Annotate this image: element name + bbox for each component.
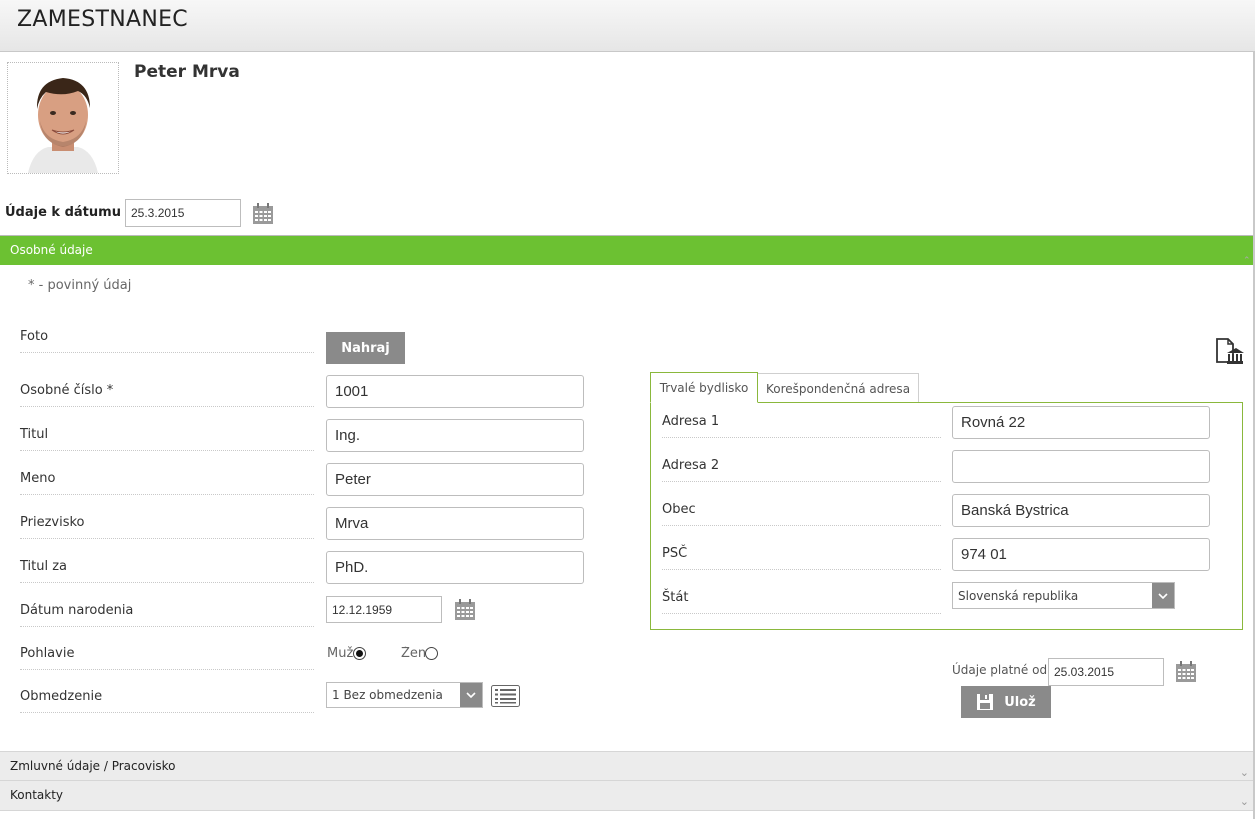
title-after-field[interactable]: PhD.: [326, 551, 584, 584]
date-filter-label: Údaje k dátumu: [5, 205, 121, 220]
validity-label: Údaje platné od:: [952, 663, 1052, 677]
list-icon[interactable]: [491, 685, 520, 711]
required-hint: * - povinný údaj: [28, 278, 132, 293]
save-button-label: Ulož: [1004, 694, 1036, 710]
address2-label: Adresa 2: [662, 458, 941, 482]
validity-date-field[interactable]: 25.03.2015: [1048, 658, 1164, 686]
section-contacts-header[interactable]: Kontakty ⌄: [0, 780, 1253, 811]
zip-label: PSČ: [662, 546, 941, 570]
country-label: Štát: [662, 590, 941, 614]
personal-number-field[interactable]: 1001: [326, 375, 584, 408]
title-after-label: Titul za: [20, 559, 314, 583]
restriction-label: Obmedzenie: [20, 689, 314, 713]
birth-date-label: Dátum narodenia: [20, 603, 314, 627]
chevron-down-icon[interactable]: [460, 683, 482, 707]
gender-female-label: Žena: [401, 646, 428, 661]
last-name-label: Priezvisko: [20, 515, 314, 539]
city-label: Obec: [662, 502, 941, 526]
section-personal-header[interactable]: Osobné údaje: [0, 236, 1253, 265]
section-contract-title: Zmluvné údaje / Pracovisko: [10, 759, 176, 773]
upload-photo-button[interactable]: Nahraj: [326, 332, 405, 364]
document-bank-icon[interactable]: [1214, 334, 1244, 370]
personal-number-label: Osobné číslo *: [20, 383, 314, 407]
tab-correspondence-address[interactable]: Korešpondenčná adresa: [757, 373, 919, 403]
page-title: ZAMESTNANEC: [17, 7, 188, 32]
country-selected-value: Slovenská republika: [958, 588, 1079, 603]
calendar-icon[interactable]: [252, 203, 274, 229]
address2-field[interactable]: [952, 450, 1210, 483]
calendar-icon[interactable]: [454, 599, 476, 625]
gender-female-option[interactable]: Žena: [401, 646, 438, 661]
first-name-label: Meno: [20, 471, 314, 495]
employee-photo: [7, 62, 119, 174]
restriction-selected-value: 1 Bez obmedzenia: [332, 688, 443, 702]
address1-label: Adresa 1: [662, 414, 941, 438]
employee-name: Peter Mrva: [134, 62, 240, 82]
section-contacts-title: Kontakty: [10, 788, 64, 802]
photo-label: Foto: [20, 329, 314, 353]
gender-label: Pohlavie: [20, 646, 314, 670]
city-field[interactable]: Banská Bystrica: [952, 494, 1210, 527]
gender-male-label: Muž: [327, 646, 354, 661]
date-filter-input[interactable]: 25.3.2015: [125, 199, 241, 227]
chevron-up-icon[interactable]: ⌃: [1243, 256, 1251, 266]
zip-field[interactable]: 974 01: [952, 538, 1210, 571]
gender-male-option[interactable]: Muž: [327, 646, 367, 661]
title-field[interactable]: Ing.: [326, 419, 584, 452]
country-select[interactable]: Slovenská republika: [952, 582, 1175, 609]
top-bar: ZAMESTNANEC: [0, 0, 1255, 52]
first-name-field[interactable]: Peter: [326, 463, 584, 496]
chevron-down-icon[interactable]: ⌄: [1240, 787, 1249, 816]
last-name-field[interactable]: Mrva: [326, 507, 584, 540]
address1-field[interactable]: Rovná 22: [952, 406, 1210, 439]
chevron-down-icon[interactable]: [1152, 583, 1174, 608]
calendar-icon[interactable]: [1175, 661, 1197, 687]
gender-male-radio[interactable]: [353, 647, 367, 660]
save-button[interactable]: Ulož: [961, 686, 1051, 718]
tab-permanent-address[interactable]: Trvalé bydlisko: [650, 372, 758, 403]
section-contract-header[interactable]: Zmluvné údaje / Pracovisko ⌄: [0, 751, 1253, 780]
floppy-disk-icon: [977, 694, 994, 710]
birth-date-field[interactable]: 12.12.1959: [326, 596, 442, 623]
title-label: Titul: [20, 427, 314, 451]
restriction-select[interactable]: 1 Bez obmedzenia: [326, 682, 483, 708]
gender-female-radio[interactable]: [425, 647, 438, 660]
